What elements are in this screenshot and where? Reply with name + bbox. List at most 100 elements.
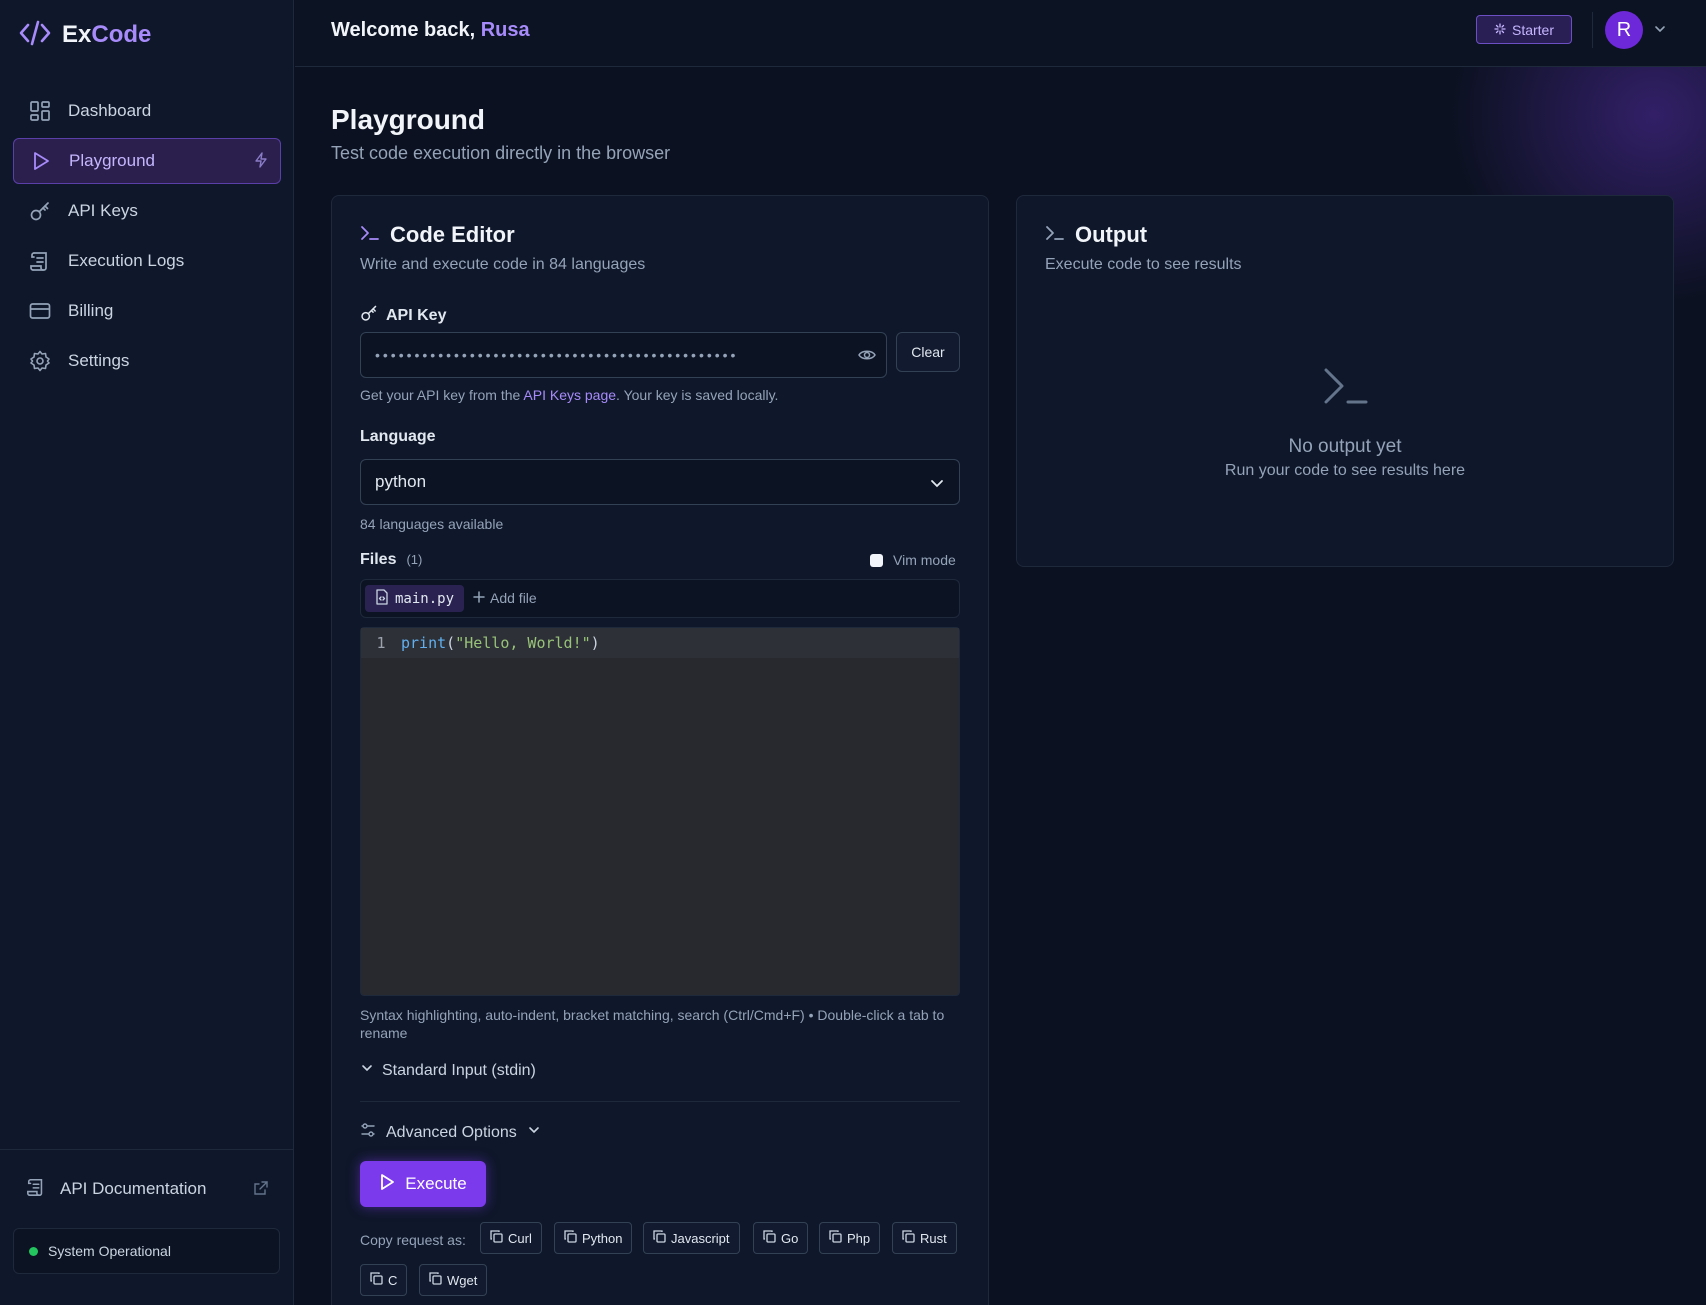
language-select[interactable]: python xyxy=(360,459,960,505)
copy-icon xyxy=(829,1230,842,1246)
status-dot xyxy=(29,1246,38,1256)
output-title: Output xyxy=(1045,222,1147,248)
copy-request-label: Copy request as: xyxy=(360,1232,466,1248)
sidebar-nav: Dashboard Playground API Keys Execution … xyxy=(13,88,281,388)
api-keys-page-link[interactable]: API Keys page xyxy=(523,387,616,403)
language-label: Language xyxy=(360,428,436,445)
code-line: 1 print("Hello, World!") xyxy=(361,628,959,658)
file-tabs: main.py Add file xyxy=(360,579,960,618)
vim-mode-label: Vim mode xyxy=(893,552,956,568)
status-label: System Operational xyxy=(48,1243,171,1259)
logo[interactable]: ExCode xyxy=(18,18,151,52)
line-number: 1 xyxy=(376,634,386,652)
vim-mode-checkbox[interactable] xyxy=(870,553,883,567)
chevron-down-icon xyxy=(527,1123,541,1142)
api-key-hint: Get your API key from the API Keys page.… xyxy=(360,387,779,403)
code-editor-subtitle: Write and execute code in 84 languages xyxy=(360,256,646,273)
copy-go-button[interactable]: Go xyxy=(753,1222,809,1254)
copy-c-button[interactable]: C xyxy=(360,1264,408,1296)
chevron-down-icon[interactable] xyxy=(1653,22,1667,41)
copy-icon xyxy=(564,1230,577,1246)
add-file-label: Add file xyxy=(490,590,537,606)
sidebar-item-label: Execution Logs xyxy=(68,251,185,270)
file-tab[interactable]: main.py xyxy=(365,585,465,612)
copy-curl-button[interactable]: Curl xyxy=(480,1222,542,1254)
divider xyxy=(360,1101,960,1102)
card-icon xyxy=(28,299,52,323)
copy-wget-button[interactable]: Wget xyxy=(419,1264,488,1296)
brand-name: ExCode xyxy=(62,21,152,48)
system-status: System Operational xyxy=(13,1228,280,1274)
copy-python-button[interactable]: Python xyxy=(554,1222,633,1254)
code-brackets-icon xyxy=(18,19,52,52)
sidebar-item-billing[interactable]: Billing xyxy=(13,288,281,334)
api-key-value: ••••••••••••••••••••••••••••••••••••••••… xyxy=(375,347,739,363)
api-key-input[interactable]: ••••••••••••••••••••••••••••••••••••••••… xyxy=(360,332,887,378)
sidebar-item-label: Playground xyxy=(69,151,156,170)
sparkle-icon xyxy=(1494,22,1506,38)
terminal-icon xyxy=(1045,222,1065,248)
file-code-icon xyxy=(375,588,389,609)
api-documentation-label: API Documentation xyxy=(60,1179,207,1198)
eye-icon[interactable] xyxy=(858,347,876,366)
language-count: 84 languages available xyxy=(360,516,504,532)
clear-button[interactable]: Clear xyxy=(896,332,960,372)
copy-php-button[interactable]: Php xyxy=(819,1222,881,1254)
plan-label: Starter xyxy=(1511,21,1554,38)
copy-icon xyxy=(763,1230,776,1246)
terminal-icon xyxy=(360,222,380,248)
copy-icon xyxy=(490,1230,503,1246)
api-key-label: API Key xyxy=(360,304,446,327)
sidebar-item-dashboard[interactable]: Dashboard xyxy=(13,88,281,134)
page-title: Playground xyxy=(331,104,486,135)
sidebar-item-label: API Keys xyxy=(68,201,138,220)
stdin-toggle[interactable]: Standard Input (stdin) xyxy=(360,1061,536,1080)
copy-rust-button[interactable]: Rust xyxy=(892,1222,957,1254)
key-icon xyxy=(360,304,378,327)
files-count: (1) xyxy=(406,552,423,567)
bolt-icon xyxy=(254,152,268,173)
editor-hint: Syntax highlighting, auto-indent, bracke… xyxy=(360,1007,945,1041)
code-editor-title: Code Editor xyxy=(360,222,515,248)
language-value: python xyxy=(375,472,427,491)
advanced-options-label: Advanced Options xyxy=(386,1123,517,1141)
add-file-button[interactable]: Add file xyxy=(473,590,537,606)
sidebar-item-label: Settings xyxy=(68,351,130,370)
copy-icon xyxy=(429,1272,442,1288)
execute-button[interactable]: Execute xyxy=(360,1161,486,1207)
api-documentation-link[interactable]: API Documentation xyxy=(26,1174,268,1204)
sidebar-item-api-keys[interactable]: API Keys xyxy=(13,188,281,234)
output-subtitle: Execute code to see results xyxy=(1045,256,1242,273)
files-label: Files (1) xyxy=(360,551,423,568)
sidebar-item-playground[interactable]: Playground xyxy=(13,138,281,184)
welcome-message: Welcome back, Rusa xyxy=(331,19,530,41)
dashboard-icon xyxy=(28,99,52,123)
sidebar-footer: API Documentation System Operational xyxy=(0,1149,294,1305)
chevron-down-icon xyxy=(360,1061,374,1080)
copy-icon xyxy=(653,1230,666,1246)
terminal-icon xyxy=(1322,366,1368,411)
sidebar-item-execution-logs[interactable]: Execution Logs xyxy=(13,238,281,284)
chevron-down-icon xyxy=(929,475,945,496)
copy-icon xyxy=(902,1230,915,1246)
plus-icon xyxy=(473,590,485,606)
stdin-label: Standard Input (stdin) xyxy=(382,1061,536,1079)
advanced-options-toggle[interactable]: Advanced Options xyxy=(360,1122,541,1143)
gear-icon xyxy=(28,349,52,373)
empty-output-title: No output yet xyxy=(1288,436,1402,457)
code-editor[interactable]: 1 print("Hello, World!") xyxy=(360,627,960,996)
plan-badge[interactable]: Starter xyxy=(1476,15,1572,44)
vim-mode-toggle[interactable]: Vim mode xyxy=(870,552,956,568)
copy-javascript-button[interactable]: Javascript xyxy=(643,1222,740,1254)
sidebar-item-label: Billing xyxy=(68,301,114,320)
top-bar: Welcome back, Rusa Starter R xyxy=(295,0,1706,67)
logs-icon xyxy=(28,249,52,273)
output-card: Output Execute code to see results No ou… xyxy=(1016,195,1674,567)
divider xyxy=(1592,12,1593,48)
play-icon xyxy=(29,149,53,173)
file-tab-label: main.py xyxy=(395,590,455,607)
external-link-icon xyxy=(254,1180,268,1200)
sidebar-item-settings[interactable]: Settings xyxy=(13,338,281,384)
empty-output-subtitle: Run your code to see results here xyxy=(1224,462,1466,479)
avatar[interactable]: R xyxy=(1605,11,1643,49)
